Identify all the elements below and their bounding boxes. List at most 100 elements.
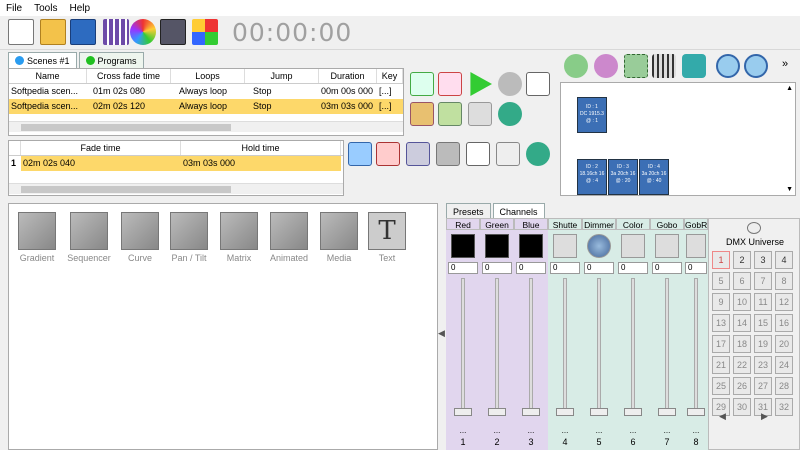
dmx-cell[interactable]: 24 bbox=[775, 356, 793, 374]
fader-knob[interactable] bbox=[590, 408, 608, 416]
dmx-cell[interactable]: 13 bbox=[712, 314, 730, 332]
effect-pan-tilt[interactable]: Pan / Tilt bbox=[166, 212, 212, 263]
table-row[interactable]: Softpedia scen... 02m 02s 120 Always loo… bbox=[9, 99, 403, 114]
keyboard-icon[interactable] bbox=[160, 19, 186, 45]
channel-value-spinner[interactable]: 0 bbox=[584, 262, 614, 274]
dmx-cell[interactable]: 19 bbox=[754, 335, 772, 353]
tab-presets[interactable]: Presets bbox=[446, 203, 491, 219]
new-file-icon[interactable] bbox=[8, 19, 34, 45]
col-duration[interactable]: Duration bbox=[319, 69, 377, 83]
scenes-hscrollbar[interactable] bbox=[9, 121, 403, 132]
open-folder-icon[interactable] bbox=[40, 19, 66, 45]
dmx-cell[interactable]: 21 bbox=[712, 356, 730, 374]
fader-knob[interactable] bbox=[556, 408, 574, 416]
add-scene-icon[interactable] bbox=[410, 72, 434, 96]
fader-track[interactable] bbox=[631, 278, 635, 413]
fixture-canvas[interactable]: ID : 1 DC 1915.3 @ : 1 ID : 2 18.16ch 16 @ :… bbox=[560, 82, 796, 196]
effect-media[interactable]: Media bbox=[316, 212, 362, 263]
dmx-cell[interactable]: 26 bbox=[733, 377, 751, 395]
tab-programs[interactable]: Programs bbox=[78, 52, 144, 68]
fader-knob[interactable] bbox=[488, 408, 506, 416]
dmx-cell[interactable]: 15 bbox=[754, 314, 772, 332]
fader-knob[interactable] bbox=[454, 408, 472, 416]
gobo-rotation-swatch[interactable] bbox=[686, 234, 706, 258]
dmx-cell[interactable]: 5 bbox=[712, 272, 730, 290]
grid-icon[interactable] bbox=[103, 19, 129, 45]
collapse-left-icon[interactable]: ◀ bbox=[438, 328, 445, 339]
dmx-cell[interactable]: 20 bbox=[775, 335, 793, 353]
dmx-cell[interactable]: 7 bbox=[754, 272, 772, 290]
add-fixture-icon[interactable] bbox=[564, 54, 588, 78]
effect-curve[interactable]: Curve bbox=[117, 212, 163, 263]
dmx-cell[interactable]: 8 bbox=[775, 272, 793, 290]
dmx-cell[interactable]: 28 bbox=[775, 377, 793, 395]
dmx-cell[interactable]: 2 bbox=[733, 251, 751, 269]
channel-value-spinner[interactable]: 0 bbox=[618, 262, 648, 274]
dmx-next-icon[interactable]: ▶ bbox=[761, 411, 768, 422]
dmx-cell[interactable]: 4 bbox=[775, 251, 793, 269]
col-cross-fade[interactable]: Cross fade time bbox=[87, 69, 171, 83]
scroll-thumb[interactable] bbox=[21, 124, 231, 131]
menu-tools[interactable]: Tools bbox=[28, 3, 63, 14]
table-row[interactable]: 1 02m 02s 040 03m 03s 000 bbox=[9, 156, 343, 171]
effect-gradient[interactable]: Gradient bbox=[14, 212, 60, 263]
fader-track[interactable] bbox=[694, 278, 698, 413]
fixture-block[interactable]: ID : 1 DC 1915.3 @ : 1 bbox=[577, 97, 607, 133]
paste-icon[interactable] bbox=[410, 102, 434, 126]
zoom-in-icon[interactable] bbox=[716, 54, 740, 78]
dmx-cell[interactable]: 12 bbox=[775, 293, 793, 311]
dmx-cell[interactable]: 14 bbox=[733, 314, 751, 332]
color-swatch[interactable] bbox=[451, 234, 475, 258]
dmx-cell[interactable]: 9 bbox=[712, 293, 730, 311]
dmx-prev-icon[interactable]: ◀ bbox=[719, 411, 726, 422]
cell-key[interactable]: [...] bbox=[377, 84, 403, 99]
color-wheel-swatch[interactable] bbox=[621, 234, 645, 258]
remove-fixture-icon[interactable] bbox=[594, 54, 618, 78]
fader-settings-icon[interactable] bbox=[652, 54, 676, 78]
remove-step-icon[interactable] bbox=[376, 142, 400, 166]
move-up-icon[interactable] bbox=[468, 102, 492, 126]
play-icon[interactable] bbox=[470, 72, 492, 96]
copy-step-icon[interactable] bbox=[466, 142, 490, 166]
channel-value-spinner[interactable]: 0 bbox=[516, 262, 546, 274]
dmx-cell[interactable]: 25 bbox=[712, 377, 730, 395]
color-wheel-icon[interactable] bbox=[130, 19, 156, 45]
tools-icon[interactable] bbox=[682, 54, 706, 78]
menu-help[interactable]: Help bbox=[63, 3, 96, 14]
table-row[interactable]: Softpedia scen... 01m 02s 080 Always loo… bbox=[9, 84, 403, 99]
dmx-cell[interactable]: 3 bbox=[754, 251, 772, 269]
edit-step-icon[interactable] bbox=[406, 142, 430, 166]
channel-value-spinner[interactable]: 0 bbox=[550, 262, 580, 274]
fixture-block[interactable]: ID : 4 3a 20ch 16 @ : 40 bbox=[639, 159, 669, 195]
fader-track[interactable] bbox=[563, 278, 567, 413]
fader-track[interactable] bbox=[597, 278, 601, 413]
dmx-cell[interactable]: 18 bbox=[733, 335, 751, 353]
col-key[interactable]: Key bbox=[377, 69, 403, 83]
dmx-cell[interactable]: 32 bbox=[775, 398, 793, 416]
col-jump[interactable]: Jump bbox=[245, 69, 319, 83]
link-step-icon[interactable] bbox=[436, 142, 460, 166]
copy-icon[interactable] bbox=[526, 72, 550, 96]
dmx-cell[interactable]: 30 bbox=[733, 398, 751, 416]
link-icon[interactable] bbox=[438, 102, 462, 126]
cube-icon[interactable] bbox=[192, 19, 218, 45]
col-fade-time[interactable]: Fade time bbox=[21, 141, 181, 155]
steps-hscrollbar[interactable] bbox=[9, 183, 343, 194]
save-icon[interactable] bbox=[70, 19, 96, 45]
fixture-block[interactable]: ID : 2 18.16ch 16 @ : 4 bbox=[577, 159, 607, 195]
fader-track[interactable] bbox=[665, 278, 669, 413]
fader-track[interactable] bbox=[495, 278, 499, 413]
fixture-block[interactable]: ID : 3 3a 20ch 16 @ : 20 bbox=[608, 159, 638, 195]
col-hold-time[interactable]: Hold time bbox=[181, 141, 341, 155]
fader-knob[interactable] bbox=[522, 408, 540, 416]
channel-value-spinner[interactable]: 0 bbox=[482, 262, 512, 274]
dmx-cell[interactable]: 27 bbox=[754, 377, 772, 395]
dmx-cell[interactable]: 6 bbox=[733, 272, 751, 290]
scroll-up-icon[interactable]: ▲ bbox=[786, 85, 793, 92]
fader-knob[interactable] bbox=[658, 408, 676, 416]
tab-scenes[interactable]: Scenes #1 bbox=[8, 52, 77, 68]
remove-scene-icon[interactable] bbox=[438, 72, 462, 96]
col-name[interactable]: Name bbox=[9, 69, 87, 83]
scroll-down-icon[interactable]: ▼ bbox=[786, 186, 793, 193]
fader-knob[interactable] bbox=[624, 408, 642, 416]
